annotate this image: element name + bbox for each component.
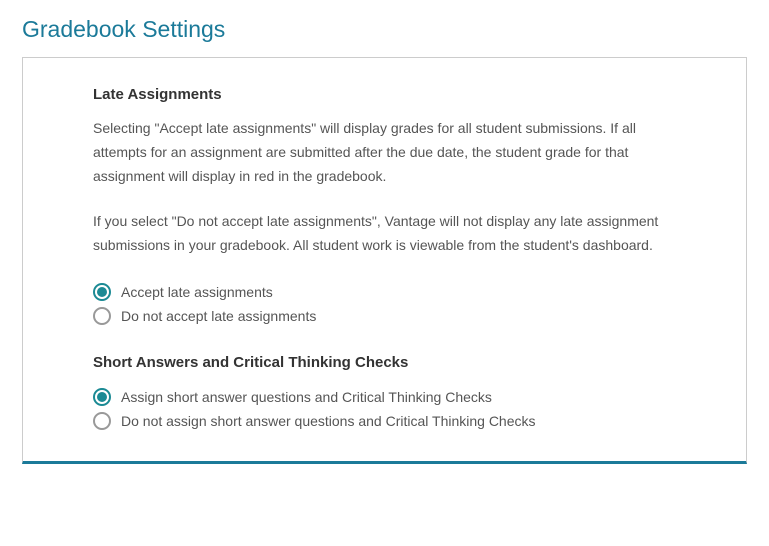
radio-noassign-short[interactable]: Do not assign short answer questions and…: [93, 409, 676, 433]
radio-label: Do not assign short answer questions and…: [121, 413, 536, 429]
page-title: Gradebook Settings: [22, 16, 747, 43]
short-answers-heading: Short Answers and Critical Thinking Chec…: [93, 354, 676, 371]
radio-icon: [93, 307, 111, 325]
radio-assign-short[interactable]: Assign short answer questions and Critic…: [93, 385, 676, 409]
radio-icon: [93, 412, 111, 430]
radio-reject-late[interactable]: Do not accept late assignments: [93, 304, 676, 328]
radio-label: Do not accept late assignments: [121, 308, 316, 324]
radio-label: Assign short answer questions and Critic…: [121, 389, 492, 405]
radio-accept-late[interactable]: Accept late assignments: [93, 280, 676, 304]
radio-icon: [93, 388, 111, 406]
late-assignments-heading: Late Assignments: [93, 86, 676, 103]
radio-label: Accept late assignments: [121, 284, 273, 300]
late-assignments-description-1: Selecting "Accept late assignments" will…: [93, 117, 676, 188]
late-assignments-description-2: If you select "Do not accept late assign…: [93, 210, 676, 258]
settings-card: Late Assignments Selecting "Accept late …: [22, 57, 747, 464]
radio-icon: [93, 283, 111, 301]
